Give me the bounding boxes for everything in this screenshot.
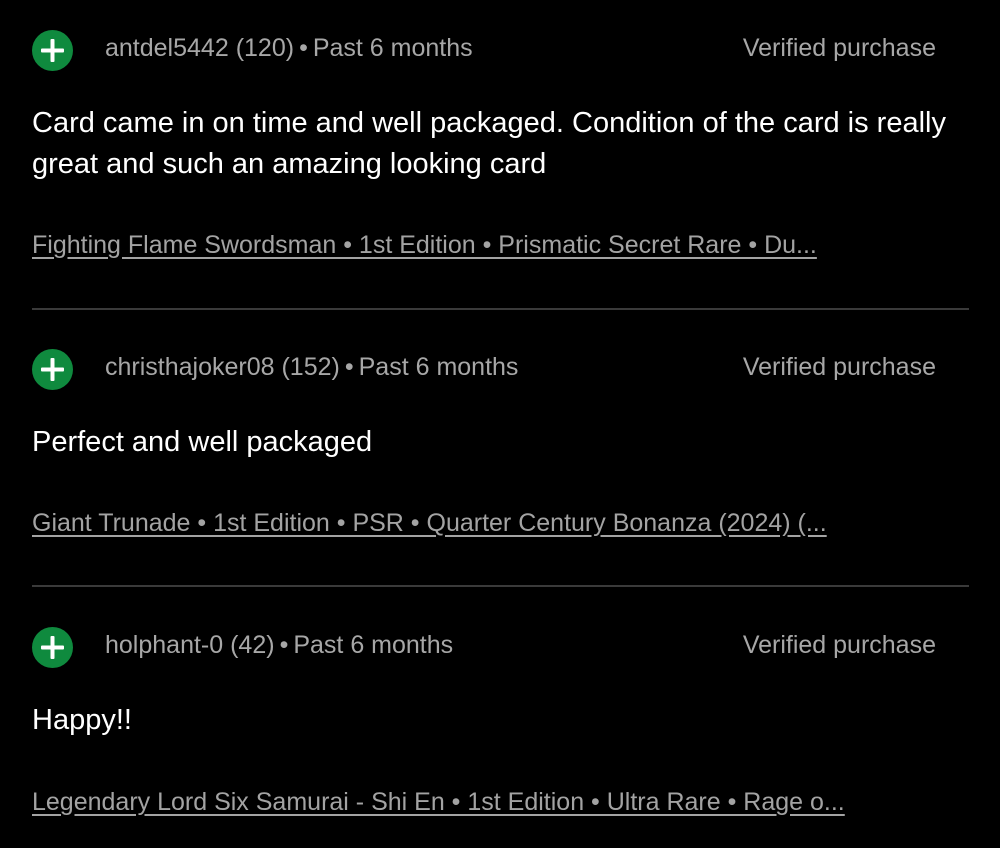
reviewer-username[interactable]: holphant-0 [105, 631, 223, 659]
reviewer-score: (42) [230, 631, 275, 659]
review-time: Past 6 months [293, 631, 454, 659]
meta-separator: • [279, 631, 289, 659]
reviewer-score: (120) [235, 34, 295, 62]
review-time: Past 6 months [312, 34, 473, 62]
review-text: Perfect and well packaged [32, 426, 373, 458]
purchased-item-link[interactable]: Giant Trunade • 1st Edition • PSR • Quar… [32, 508, 912, 538]
plus-icon [32, 627, 73, 668]
reviewer-score: (152) [281, 353, 340, 381]
review-header: holphant-0 (42) • Past 6 months Verified p… [32, 623, 936, 668]
review-text: Card came in on time and well packaged. … [32, 107, 946, 180]
verified-purchase-label: Verified purchase [742, 34, 936, 62]
reviewer-username[interactable]: christhajoker08 [105, 353, 275, 381]
reviewer-username[interactable]: antdel5442 [105, 34, 229, 62]
review-header: antdel5442 (120) • Past 6 months Verified … [32, 26, 936, 71]
review-time: Past 6 months [358, 353, 519, 381]
verified-purchase-label: Verified purchase [742, 631, 936, 659]
verified-purchase-label: Verified purchase [742, 353, 936, 381]
purchased-item-link[interactable]: Fighting Flame Swordsman • 1st Edition •… [32, 230, 912, 260]
review-meta: christhajoker08 (152) • Past 6 months [105, 352, 518, 382]
review-text: Happy!! [32, 704, 132, 736]
review-meta: antdel5442 (120) • Past 6 months [105, 33, 473, 63]
plus-icon [32, 349, 73, 390]
reviews-list: antdel5442 (120) • Past 6 months Verified … [0, 0, 1000, 848]
plus-icon [32, 30, 73, 71]
divider [32, 585, 969, 587]
review-header: christhajoker08 (152) • Past 6 months Veri… [32, 345, 936, 390]
purchased-item-link[interactable]: Legendary Lord Six Samurai - Shi En • 1s… [32, 787, 912, 817]
review-meta: holphant-0 (42) • Past 6 months [105, 630, 453, 660]
meta-separator: • [299, 34, 308, 62]
meta-separator: • [344, 353, 354, 381]
divider [32, 308, 969, 310]
